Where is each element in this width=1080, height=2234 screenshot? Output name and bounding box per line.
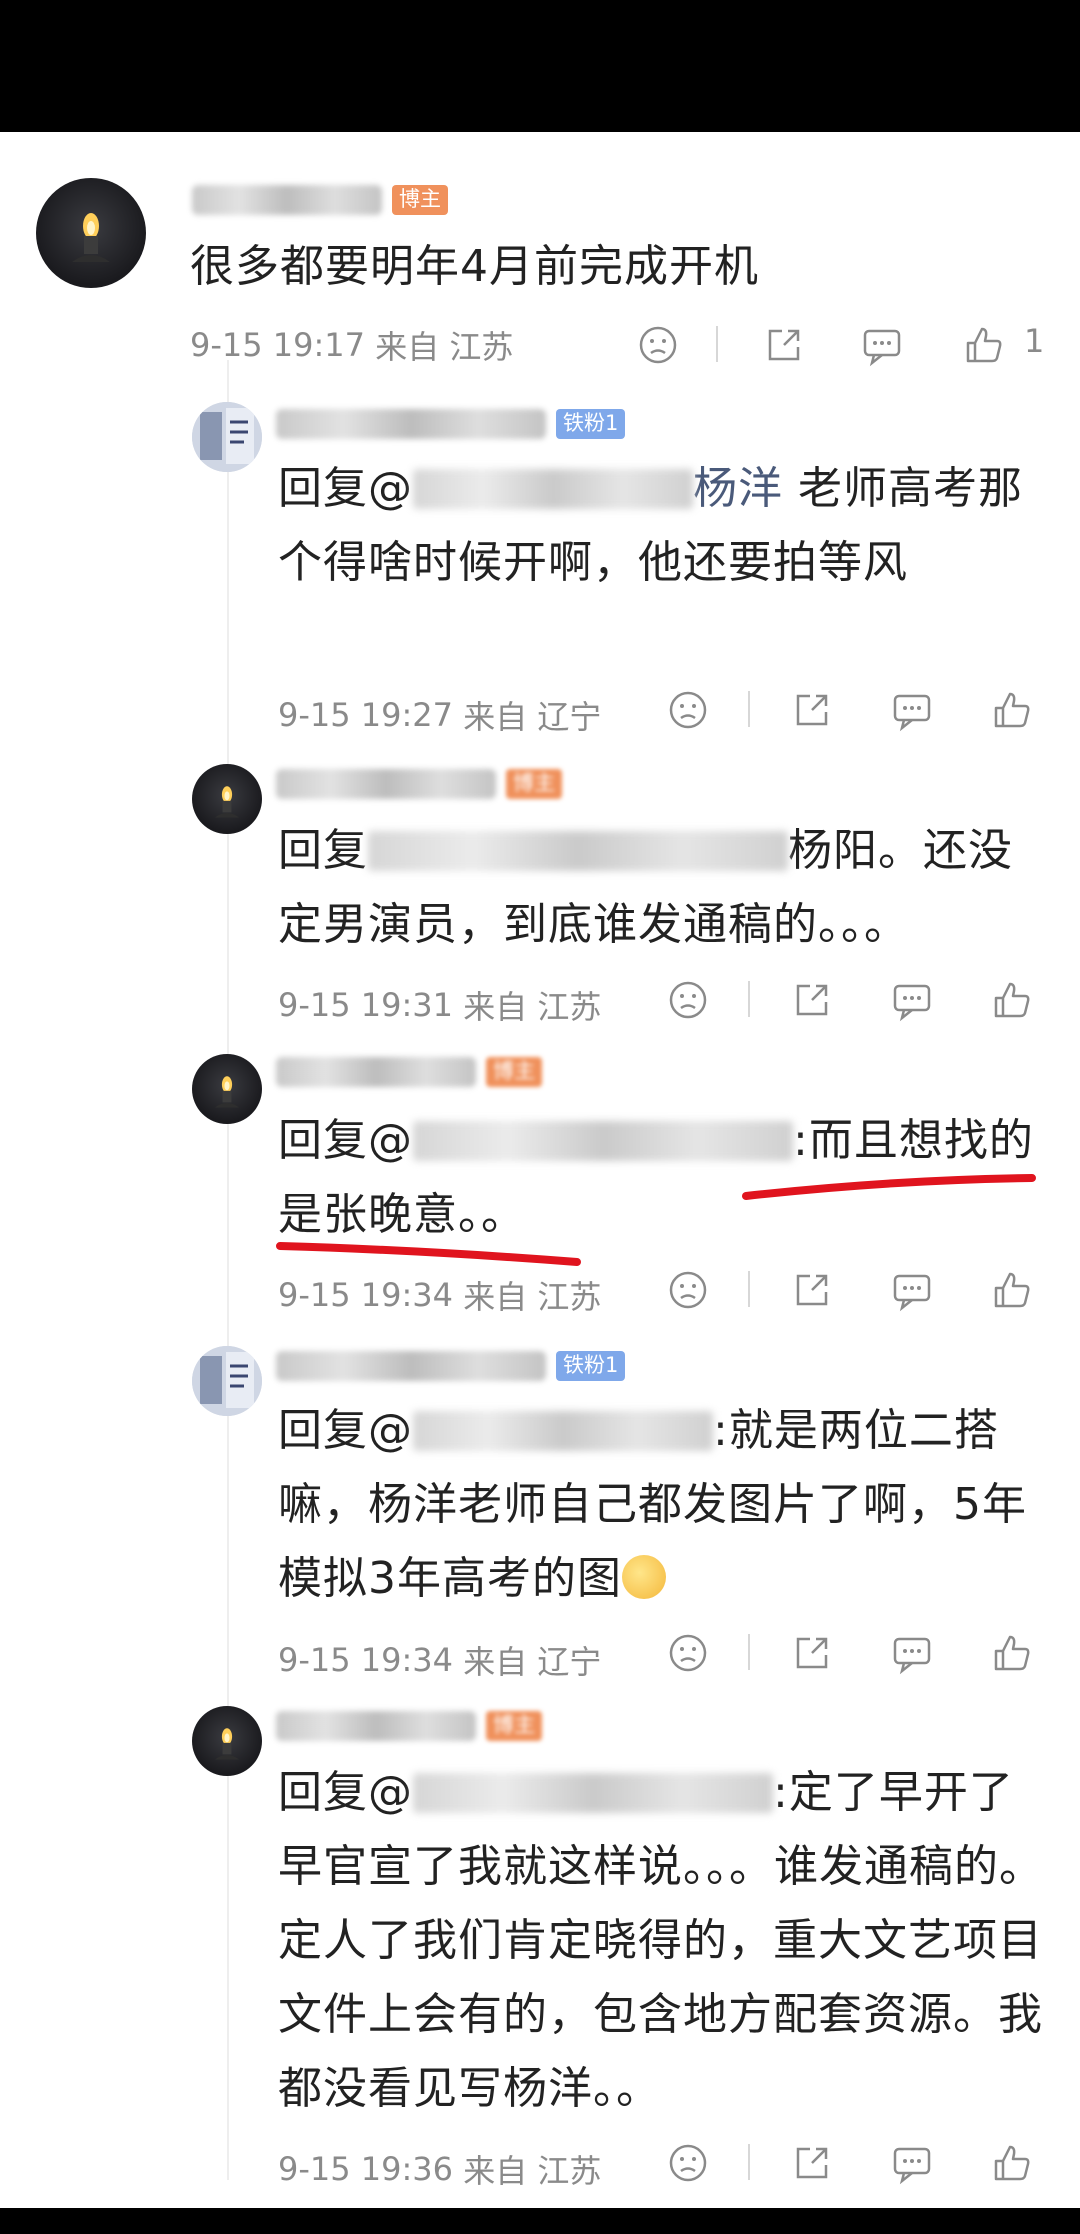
action-divider [716,326,718,362]
mention-yangyang[interactable]: 杨洋 [693,463,783,514]
mentioned-user[interactable] [368,831,788,871]
candle-icon [214,1728,240,1760]
blogger-badge: 博主 [506,769,562,799]
share-icon[interactable] [790,1268,834,1312]
comment-actions [0,1628,1080,1678]
action-divider [748,1271,750,1307]
fan-badge: 铁粉1 [556,1351,626,1381]
comment-header: 铁粉1 [276,404,626,444]
dislike-icon[interactable] [666,1631,710,1675]
top-black-bar [0,0,1080,132]
avatar[interactable] [36,178,146,288]
like-icon[interactable] [990,1268,1034,1312]
share-icon[interactable] [790,688,834,732]
reply-text: 回复@:定了早开了早官宣了我就这样说。。。谁发通稿的。定人了我们肯定晓得的，重大… [278,1756,1048,2126]
like-icon[interactable] [990,1631,1034,1675]
comment-icon[interactable] [890,978,934,1022]
comment-actions [0,2138,1080,2188]
dislike-icon[interactable] [666,1268,710,1312]
like-icon[interactable] [962,323,1006,367]
action-divider [748,691,750,727]
reply-prefix: 回复 [278,825,368,876]
candle-icon [214,786,240,818]
avatar-image [192,402,262,472]
like-icon[interactable] [990,2141,1034,2185]
share-icon[interactable] [762,323,806,367]
dislike-icon[interactable] [666,978,710,1022]
comment-header: 博主 [276,1052,542,1092]
avatar[interactable] [192,764,262,834]
share-icon[interactable] [790,1631,834,1675]
candle-icon [214,1076,240,1108]
comment-icon[interactable] [890,1268,934,1312]
dislike-icon[interactable] [666,688,710,732]
mentioned-user[interactable] [413,469,693,509]
username[interactable] [276,1711,476,1741]
reply-text: 回复@ 杨洋 老师高考那个得啥时候开啊，他还要拍等风 [278,452,1048,600]
action-divider [748,981,750,1017]
comment-icon[interactable] [860,323,904,367]
comment-icon[interactable] [890,2141,934,2185]
comment-actions [0,1265,1080,1315]
reply-text: 回复 杨阳。还没定男演员，到底谁发通稿的。。。 [278,814,1048,962]
comment-text: 很多都要明年4月前完成开机 [190,241,759,292]
avatar[interactable] [192,1346,262,1416]
comment-icon[interactable] [890,1631,934,1675]
dislike-icon[interactable] [636,323,680,367]
username[interactable] [276,1057,476,1087]
blogger-badge: 博主 [486,1711,542,1741]
username[interactable] [276,409,546,439]
avatar[interactable] [192,1706,262,1776]
highlight-underline [742,1174,1036,1200]
reply-prefix: 回复@ [278,463,413,514]
mentioned-user[interactable] [413,1121,793,1161]
like-icon[interactable] [990,978,1034,1022]
candle-icon [72,213,110,262]
action-divider [748,2144,750,2180]
like-count: 1 [1024,322,1045,360]
dislike-icon[interactable] [666,2141,710,2185]
comment-header: 博主 [192,180,448,220]
avatar[interactable] [192,1054,262,1124]
username[interactable] [276,769,496,799]
comment-actions [0,975,1080,1025]
like-icon[interactable] [990,688,1034,732]
action-divider [748,1634,750,1670]
avatar-image [192,1346,262,1416]
comment-header: 博主 [276,1706,542,1746]
reply-body: :定了早开了早官宣了我就这样说。。。谁发通稿的。定人了我们肯定晓得的，重大文艺项… [278,1767,1044,2114]
reply-prefix: 回复@ [278,1405,413,1456]
share-icon[interactable] [790,2141,834,2185]
reply-text: 回复@:就是两位二搭嘛，杨洋老师自己都发图片了啊，5年模拟3年高考的图 [278,1394,1048,1616]
avatar[interactable] [192,402,262,472]
blogger-badge: 博主 [392,185,448,215]
share-icon[interactable] [790,978,834,1022]
comment-actions: 1 [0,320,1080,370]
mentioned-user[interactable] [413,1411,713,1451]
comment-actions [0,685,1080,735]
username[interactable] [192,185,382,215]
username[interactable] [276,1351,546,1381]
bottom-black-bar [0,2208,1080,2234]
comment-header: 铁粉1 [276,1346,626,1386]
blogger-badge: 博主 [486,1057,542,1087]
comment-icon[interactable] [890,688,934,732]
fan-badge: 铁粉1 [556,409,626,439]
reply-prefix: 回复@ [278,1115,413,1166]
mentioned-user[interactable] [413,1773,773,1813]
reply-prefix: 回复@ [278,1767,413,1818]
comment-header: 博主 [276,764,562,804]
emoji-icon [622,1555,666,1599]
